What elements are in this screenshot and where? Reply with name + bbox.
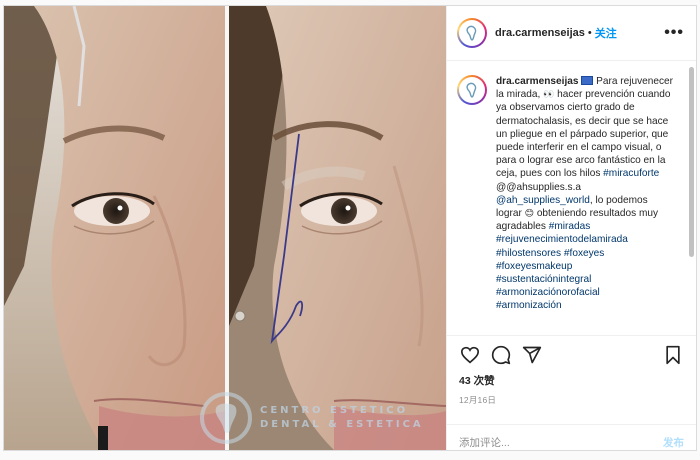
separator-dot: • — [587, 27, 592, 39]
post-date[interactable]: 12月16日 — [459, 394, 684, 406]
likes-count[interactable]: 43 次赞 — [459, 373, 684, 388]
caption-scrollbar[interactable] — [689, 67, 694, 257]
post-image[interactable]: CENTRO ESTETICO DENTAL & ESTETICA — [4, 6, 446, 450]
author-username[interactable]: dra.carmenseijas — [495, 27, 585, 39]
caption-avatar[interactable] — [457, 75, 487, 105]
save-button[interactable] — [662, 344, 684, 366]
follow-button[interactable]: 关注 — [595, 25, 617, 41]
avatar-logo-icon — [466, 25, 477, 41]
hashtag-link[interactable]: #sustentaciónintegral — [496, 274, 591, 285]
caption-segment: @@ahsupplies.s.a — [496, 181, 582, 193]
hashtag-link[interactable]: #rejuvenecimientodelamirada — [496, 234, 628, 245]
hashtag-link[interactable]: #armonizaciónorofacial — [496, 287, 600, 298]
bookmark-icon — [666, 345, 680, 365]
more-icon[interactable]: ••• — [664, 25, 684, 41]
post-sidebar: dra.carmenseijas • 关注 ••• dra.carmenseij… — [446, 6, 696, 450]
hashtag-link[interactable]: #hilostensores — [496, 248, 561, 259]
hashtag-link[interactable]: #foxeyes — [564, 248, 604, 259]
comment-input[interactable] — [459, 436, 663, 449]
mention-link[interactable]: @ah_supplies_world — [496, 195, 590, 206]
heart-icon — [460, 346, 480, 364]
caption-text: dra.carmenseijas Para rejuvenecer la mir… — [496, 75, 676, 335]
caption-username[interactable]: dra.carmenseijas — [496, 76, 579, 87]
smile-emoji-icon: 😊 — [524, 208, 535, 219]
hashtag-link[interactable]: #armonización — [496, 300, 562, 311]
post-header: dra.carmenseijas • 关注 ••• — [447, 6, 696, 61]
watermark-text: CENTRO ESTETICO DENTAL & ESTETICA — [260, 404, 424, 432]
comment-button[interactable] — [490, 344, 512, 366]
hashtag-link[interactable]: #miradas — [549, 221, 591, 232]
hashtag-link[interactable]: #miracuforte — [603, 168, 659, 179]
comment-icon — [491, 345, 511, 365]
share-button[interactable] — [521, 344, 543, 366]
post-comment-button[interactable]: 发布 — [663, 435, 684, 450]
caption-segment: hacer prevención cuando ya observamos ci… — [496, 89, 671, 180]
watermark-line-1: CENTRO ESTETICO — [260, 405, 409, 416]
flag-icon — [581, 76, 594, 85]
watermark-line-2: DENTAL & ESTETICA — [260, 419, 424, 430]
comment-form: 发布 — [447, 424, 696, 460]
eyes-emoji-icon: 👀 — [543, 89, 555, 100]
action-icons — [459, 344, 684, 366]
caption-area: dra.carmenseijas Para rejuvenecer la mir… — [447, 61, 696, 335]
avatar-logo-icon — [466, 82, 477, 98]
like-button[interactable] — [459, 344, 481, 366]
hashtag-link[interactable]: #foxeyesmakeup — [496, 261, 572, 272]
instagram-post: CENTRO ESTETICO DENTAL & ESTETICA dra.ca… — [3, 5, 697, 451]
share-icon — [522, 346, 542, 364]
author-avatar[interactable] — [457, 18, 487, 48]
before-after-face-photo — [4, 6, 446, 450]
action-bar: 43 次赞 12月16日 发布 — [447, 335, 696, 450]
